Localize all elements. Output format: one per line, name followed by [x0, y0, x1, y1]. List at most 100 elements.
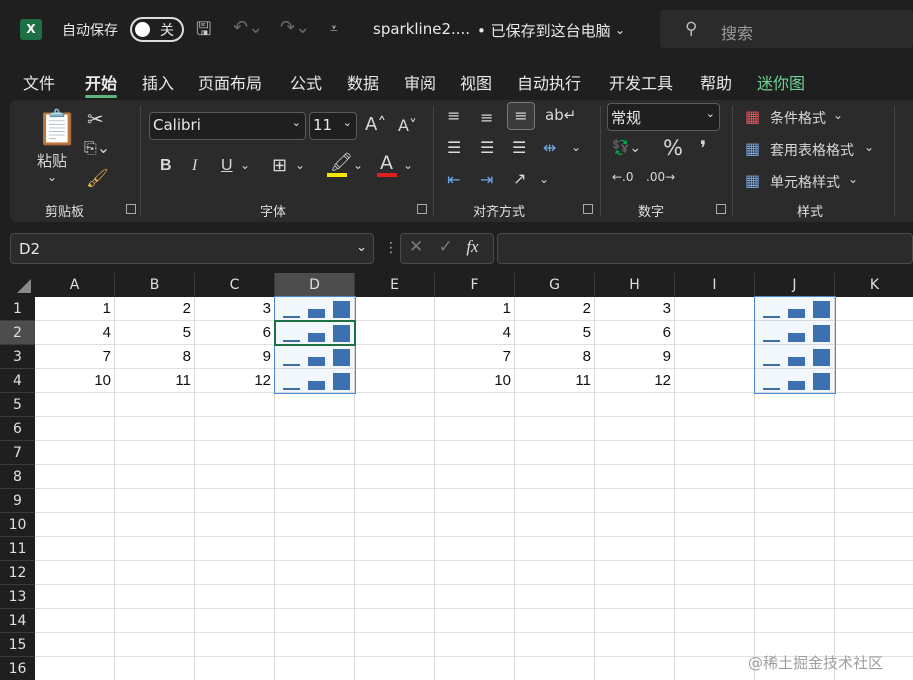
cell-c2[interactable]: 6 [195, 321, 275, 345]
cell-a1[interactable]: 1 [35, 297, 115, 321]
chevron-down-icon[interactable]: ⌄ [833, 108, 843, 122]
align-right-icon[interactable]: ☰ [512, 138, 526, 157]
decrease-font-icon[interactable]: A˅ [398, 116, 417, 135]
row-header-1[interactable]: 1 [0, 297, 35, 321]
bold-button[interactable]: B [160, 157, 172, 175]
search-box[interactable]: ⚲ 搜索 [660, 10, 913, 48]
increase-indent-icon[interactable]: ⇥ [480, 170, 493, 189]
decrease-indent-icon[interactable]: ⇤ [447, 170, 460, 189]
underline-dropdown-icon[interactable]: ⌄ [240, 158, 250, 172]
row-header-5[interactable]: 5 [0, 393, 35, 417]
fill-color-icon[interactable]: 🖍 [330, 152, 353, 173]
redo-icon[interactable]: ↷⌄ [280, 17, 310, 38]
row-header-16[interactable]: 16 [0, 657, 35, 680]
file-name[interactable]: sparkline2.... [373, 20, 470, 38]
tab-file[interactable]: 文件 [23, 70, 55, 94]
save-icon[interactable]: 🖫 [196, 17, 211, 47]
merge-center-icon[interactable]: ⇹ [543, 138, 556, 157]
column-header-d[interactable]: D [275, 273, 355, 297]
font-size-select[interactable]: 11 ⌄ [309, 112, 357, 140]
row-header-6[interactable]: 6 [0, 417, 35, 441]
wrap-text-icon[interactable]: ab↵ [545, 106, 576, 124]
row-header-12[interactable]: 12 [0, 561, 35, 585]
tab-review[interactable]: 审阅 [404, 70, 436, 94]
cell-a2[interactable]: 4 [35, 321, 115, 345]
copy-icon[interactable]: ⎘⌄ [84, 138, 110, 158]
align-left-icon[interactable]: ☰ [447, 138, 461, 157]
tab-formulas[interactable]: 公式 [290, 70, 322, 94]
autosave-toggle[interactable]: 关 [130, 17, 184, 42]
cell-b1[interactable]: 2 [115, 297, 195, 321]
conditional-format-icon[interactable]: ▦ [745, 107, 760, 126]
chevron-down-icon[interactable]: ⌄ [615, 23, 625, 37]
paste-label[interactable]: 粘贴 [37, 150, 67, 171]
cancel-icon[interactable]: ✕ [409, 237, 423, 257]
column-header-a[interactable]: A [35, 273, 115, 297]
format-as-table-button[interactable]: 套用表格格式 [770, 140, 854, 160]
cell-b2[interactable]: 5 [115, 321, 195, 345]
select-all-button[interactable] [0, 273, 35, 297]
cell-g2[interactable]: 5 [515, 321, 595, 345]
font-color-icon[interactable]: A [380, 152, 393, 174]
column-header-f[interactable]: F [435, 273, 515, 297]
column-header-j[interactable]: J [755, 273, 835, 297]
row-header-9[interactable]: 9 [0, 489, 35, 513]
row-header-2[interactable]: 2 [0, 321, 35, 345]
column-header-i[interactable]: I [675, 273, 755, 297]
align-top-icon[interactable]: ≡ [447, 106, 460, 125]
cell-c1[interactable]: 3 [195, 297, 275, 321]
cell-f2[interactable]: 4 [435, 321, 515, 345]
tab-data[interactable]: 数据 [347, 70, 379, 94]
tab-view[interactable]: 视图 [460, 70, 492, 94]
tab-automate[interactable]: 自动执行 [517, 70, 581, 94]
tab-page-layout[interactable]: 页面布局 [198, 70, 262, 94]
chevron-down-icon[interactable]: ⌄ [848, 172, 858, 186]
column-header-e[interactable]: E [355, 273, 435, 297]
orientation-icon[interactable]: ↗ [513, 169, 526, 188]
cell-g4[interactable]: 11 [515, 369, 595, 393]
clipboard-launcher-icon[interactable] [126, 204, 136, 214]
spreadsheet-grid[interactable]: A B C D E F G H I J K 1 2 3 4 5 6 7 8 9 10 11 12 13 14 15 16 1 4 7 10 2… [0, 273, 913, 680]
tab-insert[interactable]: 插入 [142, 70, 174, 94]
column-header-c[interactable]: C [195, 273, 275, 297]
comma-style-icon[interactable]: ❜ [700, 136, 706, 160]
row-header-3[interactable]: 3 [0, 345, 35, 369]
font-color-dropdown-icon[interactable]: ⌄ [403, 158, 413, 172]
number-launcher-icon[interactable] [716, 204, 726, 214]
format-painter-icon[interactable]: 🖌 [86, 168, 109, 189]
row-header-8[interactable]: 8 [0, 465, 35, 489]
row-header-15[interactable]: 15 [0, 633, 35, 657]
align-middle-icon[interactable]: ≡ [480, 108, 493, 127]
save-status[interactable]: • 已保存到这台电脑 [477, 20, 611, 41]
cell-b3[interactable]: 8 [115, 345, 195, 369]
cell-b4[interactable]: 11 [115, 369, 195, 393]
cell-g1[interactable]: 2 [515, 297, 595, 321]
align-bottom-icon[interactable]: ≡ [507, 102, 535, 130]
font-name-select[interactable]: Calibri ⌄ [149, 112, 306, 140]
paste-dropdown-icon[interactable]: ⌄ [47, 170, 57, 184]
insert-function-button[interactable]: fx [466, 237, 478, 256]
cell-styles-icon[interactable]: ▦ [745, 171, 760, 190]
cell-styles-button[interactable]: 单元格样式 [770, 172, 840, 192]
decrease-decimal-icon[interactable]: .00→ [646, 170, 675, 184]
drag-handle-icon[interactable]: ⋮ [384, 240, 398, 256]
column-header-h[interactable]: H [595, 273, 675, 297]
row-header-13[interactable]: 13 [0, 585, 35, 609]
column-header-k[interactable]: K [835, 273, 913, 297]
percent-style-button[interactable]: % [663, 136, 683, 160]
cell-h2[interactable]: 6 [595, 321, 675, 345]
row-header-4[interactable]: 4 [0, 369, 35, 393]
cell-c3[interactable]: 9 [195, 345, 275, 369]
number-format-select[interactable]: 常规 ⌄ [607, 103, 720, 131]
tab-developer[interactable]: 开发工具 [609, 70, 673, 94]
undo-icon[interactable]: ↶⌄ [233, 17, 263, 38]
orientation-dropdown-icon[interactable]: ⌄ [539, 172, 549, 186]
column-header-b[interactable]: B [115, 273, 195, 297]
customize-toolbar-icon[interactable]: ⩡ [330, 21, 338, 37]
column-header-g[interactable]: G [515, 273, 595, 297]
row-header-14[interactable]: 14 [0, 609, 35, 633]
cell-f4[interactable]: 10 [435, 369, 515, 393]
accounting-format-icon[interactable]: 💱⌄ [612, 140, 641, 156]
cell-g3[interactable]: 8 [515, 345, 595, 369]
name-box[interactable]: D2 ⌄ [10, 233, 374, 264]
